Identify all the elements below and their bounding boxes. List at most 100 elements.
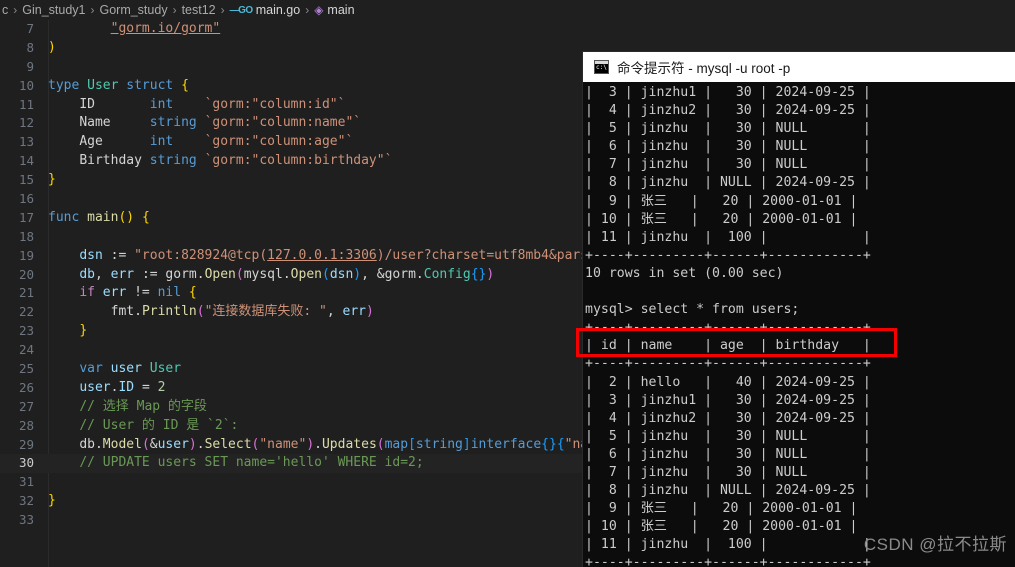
line-content: Age int `gorm:"column:age"`: [79, 134, 354, 150]
line-number: 14: [18, 153, 34, 169]
terminal-line: | 8 | jinzhu | NULL | 2024-09-25 |: [585, 175, 871, 191]
line-number: 13: [18, 134, 34, 150]
line-content: [34, 511, 56, 530]
line-number: 32: [18, 493, 34, 509]
line-number: 22: [18, 304, 34, 320]
window-title-bar[interactable]: 命令提示符 - mysql -u root -p: [583, 52, 1015, 82]
terminal-line: | 9 | 张三 | 20 | 2000-01-01 |: [585, 501, 858, 517]
breadcrumb-separator-icon: ›: [90, 3, 95, 17]
line-content: ): [48, 39, 56, 55]
line-number: 16: [18, 191, 34, 207]
line-content: ID int `gorm:"column:id"`: [79, 96, 346, 112]
line-number: 9: [26, 58, 34, 74]
line-number: 29: [18, 436, 34, 452]
terminal-line: | 3 | jinzhu1 | 30 | 2024-09-25 |: [585, 392, 871, 408]
terminal-line: | id | name | age | birthday |: [585, 338, 871, 354]
line-content: if err != nil {: [79, 285, 197, 301]
terminal-line: | 9 | 张三 | 20 | 2000-01-01 |: [585, 193, 858, 209]
terminal-line: +----+---------+------+------------+: [585, 320, 871, 336]
breadcrumb-item-gin-study1[interactable]: Gin_study1: [22, 3, 85, 17]
terminal-line: +----+---------+------+------------+: [585, 247, 871, 263]
window-title-text: 命令提示符 - mysql -u root -p: [617, 61, 791, 76]
line-number: 17: [18, 209, 34, 225]
line-content: Birthday string `gorm:"column:birthday"`: [79, 153, 393, 169]
terminal-line: | 4 | jinzhu2 | 30 | 2024-09-25 |: [585, 103, 871, 119]
line-content: db.Model(&user).Select("name").Updates(m…: [79, 436, 596, 452]
line-content: type User struct {: [48, 77, 189, 93]
line-number: 18: [18, 228, 34, 244]
line-content: db, err := gorm.Open(mysql.Open(dsn), &g…: [79, 266, 495, 282]
breadcrumb-separator-icon: ›: [220, 3, 225, 17]
terminal-line: | 7 | jinzhu | 30 | NULL |: [585, 464, 871, 480]
terminal-line: | 8 | jinzhu | NULL | 2024-09-25 |: [585, 483, 871, 499]
terminal-line: | 3 | jinzhu1 | 30 | 2024-09-25 |: [585, 85, 871, 100]
breadcrumb-separator-icon: ›: [305, 3, 310, 17]
line-number: 15: [18, 172, 34, 188]
line-content: [34, 341, 56, 360]
terminal-line: +----+---------+------+------------+: [585, 356, 871, 372]
line-content: user.ID = 2: [79, 379, 166, 395]
line-content: fmt.Println("连接数据库失败: ", err): [110, 304, 374, 320]
line-number: 7: [26, 21, 34, 36]
line-number: 11: [18, 96, 34, 112]
terminal-line: | 6 | jinzhu | 30 | NULL |: [585, 139, 871, 155]
line-number: 23: [18, 323, 34, 339]
line-number: 25: [18, 361, 34, 377]
line-content: }: [48, 493, 56, 509]
line-content: [34, 228, 56, 247]
breadcrumb-item-main-symbol[interactable]: main: [327, 3, 354, 17]
line-number: 10: [18, 77, 34, 93]
line-content: // UPDATE users SET name='hello' WHERE i…: [79, 455, 424, 471]
terminal-line: 10 rows in set (0.00 sec): [585, 265, 784, 281]
line-content: dsn := "root:828924@tcp(127.0.0.1:3306)/…: [79, 247, 596, 263]
terminal-line: | 11 | jinzhu | 100 | |: [585, 229, 871, 245]
line-number: 33: [18, 512, 34, 528]
terminal-line: | 2 | hello | 40 | 2024-09-25 |: [585, 374, 871, 390]
line-content: [34, 58, 56, 77]
terminal-line: | 6 | jinzhu | 30 | NULL |: [585, 446, 871, 462]
line-content: func main() {: [48, 209, 150, 225]
terminal-line: | 7 | jinzhu | 30 | NULL |: [585, 157, 871, 173]
line-content: var user User: [79, 361, 182, 377]
line-number: 8: [26, 39, 34, 55]
breadcrumb[interactable]: c › Gin_study1 › Gorm_study › test12 › G…: [0, 0, 1015, 20]
cmd-icon: [594, 60, 609, 74]
symbol-method-icon: ◈: [314, 3, 324, 17]
breadcrumb-item-test12[interactable]: test12: [182, 3, 216, 17]
terminal-line: | 5 | jinzhu | 30 | NULL |: [585, 121, 871, 137]
line-content: // 选择 Map 的字段: [79, 398, 207, 414]
breadcrumb-item-c[interactable]: c: [2, 3, 8, 17]
breadcrumb-item-main-go[interactable]: main.go: [256, 3, 300, 17]
line-number: 24: [18, 342, 34, 358]
go-file-icon: GO: [230, 5, 253, 16]
line-content: "gorm.io/gorm": [110, 21, 221, 36]
csdn-watermark: CSDN @拉不拉斯: [863, 535, 1007, 554]
line-number: 30: [18, 455, 34, 471]
breadcrumb-separator-icon: ›: [13, 3, 18, 17]
code-line: 7 "gorm.io/gorm": [0, 20, 1015, 39]
line-content: [34, 473, 56, 492]
breadcrumb-item-gorm-study[interactable]: Gorm_study: [99, 3, 167, 17]
line-number: 21: [18, 285, 34, 301]
line-number: 28: [18, 417, 34, 433]
line-number: 19: [18, 247, 34, 263]
line-content: Name string `gorm:"column:name"`: [79, 115, 362, 131]
line-content: }: [48, 172, 56, 188]
terminal-line: +----+---------+------+------------+: [585, 555, 871, 567]
line-content: }: [79, 323, 88, 339]
breadcrumb-separator-icon: ›: [172, 3, 177, 17]
line-number: 26: [18, 379, 34, 395]
line-number: 31: [18, 474, 34, 490]
command-prompt-window[interactable]: 命令提示符 - mysql -u root -p | 3 | jinzhu1 |…: [583, 52, 1015, 567]
line-number: 12: [18, 115, 34, 131]
terminal-line: mysql> select * from users;: [585, 302, 800, 318]
line-number: 20: [18, 266, 34, 282]
terminal-output[interactable]: | 3 | jinzhu1 | 30 | 2024-09-25 | | 4 | j…: [583, 82, 1015, 567]
terminal-line: | 10 | 张三 | 20 | 2000-01-01 |: [585, 211, 858, 227]
terminal-line: | 4 | jinzhu2 | 30 | 2024-09-25 |: [585, 410, 871, 426]
line-content: // User 的 ID 是 `2`:: [79, 417, 239, 433]
line-content: [34, 190, 56, 209]
terminal-line: | 5 | jinzhu | 30 | NULL |: [585, 428, 871, 444]
line-number: 27: [18, 398, 34, 414]
